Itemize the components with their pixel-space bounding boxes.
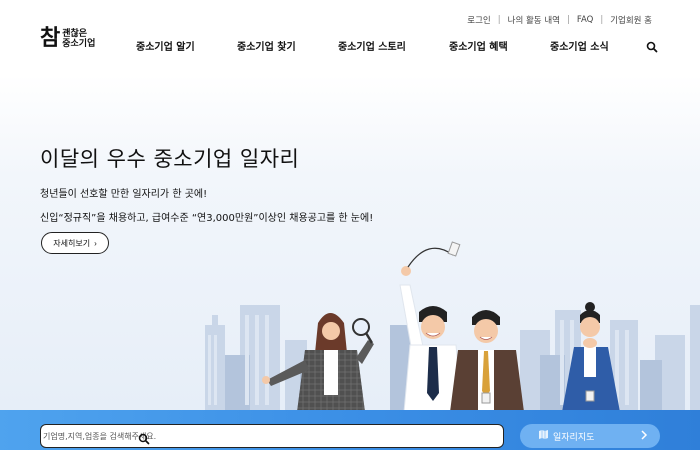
util-divider: | [600, 15, 604, 25]
nav-item-find[interactable]: 중소기업 찾기 [237, 38, 296, 53]
company-search-input[interactable] [41, 431, 503, 441]
hero-subtitle-2: 신입“정규직”을 채용하고, 급여수준 “연3,000만원”이상인 채용공고를 … [40, 213, 374, 224]
utility-links: 로그인 | 나의 활동 내역 | FAQ | 기업회원 홈 [467, 14, 652, 26]
chevron-right-icon: › [94, 238, 97, 248]
hero-subtitle-1: 청년들이 선호할 만한 일자리가 한 곳에! [40, 189, 208, 200]
nav-item-benefits[interactable]: 중소기업 혜택 [449, 38, 508, 53]
util-divider: | [566, 15, 570, 25]
search-icon[interactable] [138, 430, 150, 445]
my-activity-link[interactable]: 나의 활동 내역 [508, 14, 560, 26]
hero-banner: 이달의 우수 중소기업 일자리 청년들이 선호할 만한 일자리가 한 곳에! 신… [0, 75, 700, 412]
view-more-button[interactable]: 자세히보기 › [41, 232, 109, 254]
job-map-label: 일자리지도 [553, 432, 595, 443]
chevron-right-icon [640, 430, 648, 443]
util-divider: | [497, 15, 501, 25]
map-icon [538, 429, 549, 443]
main-nav: 중소기업 알기 중소기업 찾기 중소기업 스토리 중소기업 혜택 중소기업 소식 [0, 38, 700, 54]
job-map-button[interactable]: 일자리지도 [520, 424, 660, 448]
login-link[interactable]: 로그인 [467, 14, 490, 26]
nav-item-news[interactable]: 중소기업 소식 [550, 38, 609, 53]
man-raising-arm-figure [399, 241, 463, 412]
nav-item-story[interactable]: 중소기업 스토리 [338, 38, 406, 53]
site-header: 참 괜찮은 중소기업 로그인 | 나의 활동 내역 | FAQ | 기업회원 홈… [0, 0, 700, 75]
hero-title: 이달의 우수 중소기업 일자리 [40, 147, 300, 171]
man-brown-suit-figure [450, 310, 524, 412]
faq-link[interactable]: FAQ [577, 15, 593, 25]
view-more-label: 자세히보기 [53, 238, 91, 248]
nav-item-about[interactable]: 중소기업 알기 [136, 38, 195, 53]
search-icon[interactable] [646, 38, 660, 53]
company-search-field[interactable] [40, 424, 504, 448]
company-member-home-link[interactable]: 기업회원 홈 [610, 14, 652, 26]
